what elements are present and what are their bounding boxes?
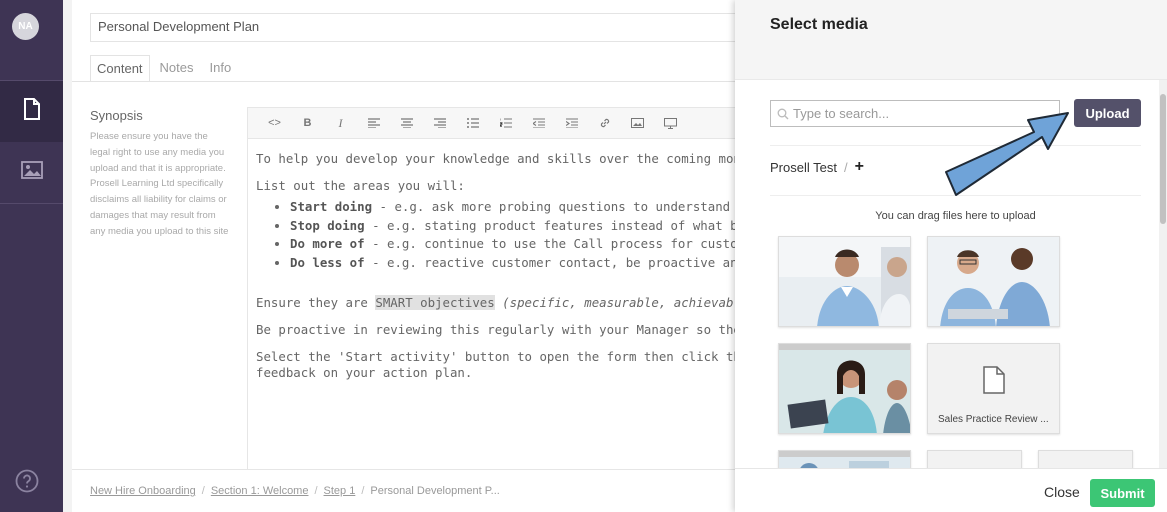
italic-icon[interactable]: I: [324, 113, 357, 133]
avatar[interactable]: NA: [12, 13, 39, 40]
smart-paragraph: Ensure they are SMART objectives (specif…: [256, 295, 772, 310]
search-placeholder: Type to search...: [793, 106, 890, 121]
media-thumbnail[interactable]: [778, 236, 911, 327]
arrow-annotation: [945, 112, 1069, 196]
media-thumbnail[interactable]: [927, 236, 1060, 327]
numbered-list-icon[interactable]: [489, 113, 522, 133]
list-item: Do less of - e.g. reactive customer cont…: [290, 254, 772, 273]
list-intro: List out the areas you will:: [256, 178, 465, 193]
search-icon: [777, 108, 789, 120]
align-center-icon[interactable]: [390, 113, 423, 133]
indent-icon[interactable]: [555, 113, 588, 133]
breadcrumb: New Hire Onboarding / Section 1: Welcome…: [72, 469, 772, 512]
insert-image-icon[interactable]: [621, 113, 654, 133]
drag-hint: You can drag files here to upload: [875, 210, 1036, 222]
bullet-list-icon[interactable]: [456, 113, 489, 133]
document-icon: [23, 98, 41, 125]
document-thumbnail[interactable]: Sales Practice Review ...: [927, 343, 1060, 434]
nav-item-media[interactable]: [0, 142, 63, 203]
synopsis-text: Please ensure you have the legal right t…: [90, 131, 229, 237]
bold-icon[interactable]: B: [291, 113, 324, 133]
photo-image: [928, 237, 1059, 326]
upload-button[interactable]: Upload: [1074, 99, 1141, 127]
photo-image: [779, 237, 910, 326]
page-title-input[interactable]: Personal Development Plan: [90, 13, 750, 42]
synopsis: Synopsis Please ensure you have the lega…: [90, 108, 230, 240]
page-content: Personal Development Plan Content Notes …: [72, 0, 772, 512]
intro-paragraph: To help you develop your knowledge and s…: [256, 151, 772, 166]
file-icon: [983, 366, 1005, 399]
synopsis-heading: Synopsis: [90, 108, 143, 123]
proactive-paragraph: Be proactive in reviewing this regularly…: [256, 322, 772, 337]
nav-divider: [0, 203, 63, 204]
tab-divider: [72, 81, 772, 82]
add-folder-icon[interactable]: +: [855, 158, 864, 176]
breadcrumb-separator: /: [314, 485, 318, 497]
list-item: Stop doing - e.g. stating product featur…: [290, 217, 772, 236]
breadcrumb-separator: /: [201, 485, 205, 497]
submit-button[interactable]: Submit: [1090, 479, 1155, 507]
tab-info[interactable]: Info: [204, 55, 238, 82]
insert-video-icon[interactable]: [654, 113, 687, 133]
close-button[interactable]: Close: [1044, 484, 1080, 500]
align-right-icon[interactable]: [423, 113, 456, 133]
rich-text-editor[interactable]: <> B I To help you develop your knowledg…: [247, 107, 772, 477]
breadcrumb-separator: /: [361, 485, 365, 497]
tab-content[interactable]: Content: [90, 55, 150, 82]
folder-separator: /: [843, 159, 848, 175]
left-nav: NA: [0, 0, 63, 512]
app: NA Personal Development Plan Content Not…: [0, 0, 1167, 512]
folder-breadcrumb: Prosell Test / +: [770, 158, 864, 176]
panel-footer: Close Submit: [735, 468, 1167, 512]
align-left-icon[interactable]: [357, 113, 390, 133]
editor-body[interactable]: To help you develop your knowledge and s…: [248, 139, 772, 404]
panel-header: Select media: [735, 0, 1167, 80]
select-media-panel: Select media Type to search... Upload Pr…: [735, 0, 1167, 512]
page-area: Personal Development Plan Content Notes …: [63, 0, 772, 512]
list-item: Start doing - e.g. ask more probing ques…: [290, 198, 772, 217]
breadcrumb-link[interactable]: Section 1: Welcome: [211, 485, 309, 497]
breadcrumb-link[interactable]: Step 1: [324, 485, 356, 497]
action-list: Start doing - e.g. ask more probing ques…: [290, 198, 772, 273]
nav-item-pages[interactable]: [0, 81, 63, 142]
folder-name[interactable]: Prosell Test: [770, 160, 837, 175]
editor-toolbar: <> B I: [248, 108, 772, 139]
code-view-icon[interactable]: <>: [258, 113, 291, 133]
help-icon[interactable]: [15, 469, 39, 493]
photo-image: [779, 344, 910, 433]
breadcrumb-current: Personal Development P...: [370, 485, 500, 497]
link-icon[interactable]: [588, 113, 621, 133]
panel-title: Select media: [770, 16, 868, 33]
document-label: Sales Practice Review ...: [938, 414, 1049, 425]
list-item: Do more of - e.g. continue to use the Ca…: [290, 235, 772, 254]
instructions-paragraph: Select the 'Start activity' button to op…: [256, 349, 772, 380]
scrollbar-thumb[interactable]: [1160, 94, 1166, 224]
panel-scrollbar[interactable]: [1159, 80, 1167, 468]
tab-bar: Content Notes Info: [90, 55, 241, 82]
outdent-icon[interactable]: [522, 113, 555, 133]
breadcrumb-link[interactable]: New Hire Onboarding: [90, 485, 196, 497]
image-icon: [20, 161, 43, 184]
media-thumbnail[interactable]: [778, 343, 911, 434]
tab-notes[interactable]: Notes: [154, 55, 200, 82]
